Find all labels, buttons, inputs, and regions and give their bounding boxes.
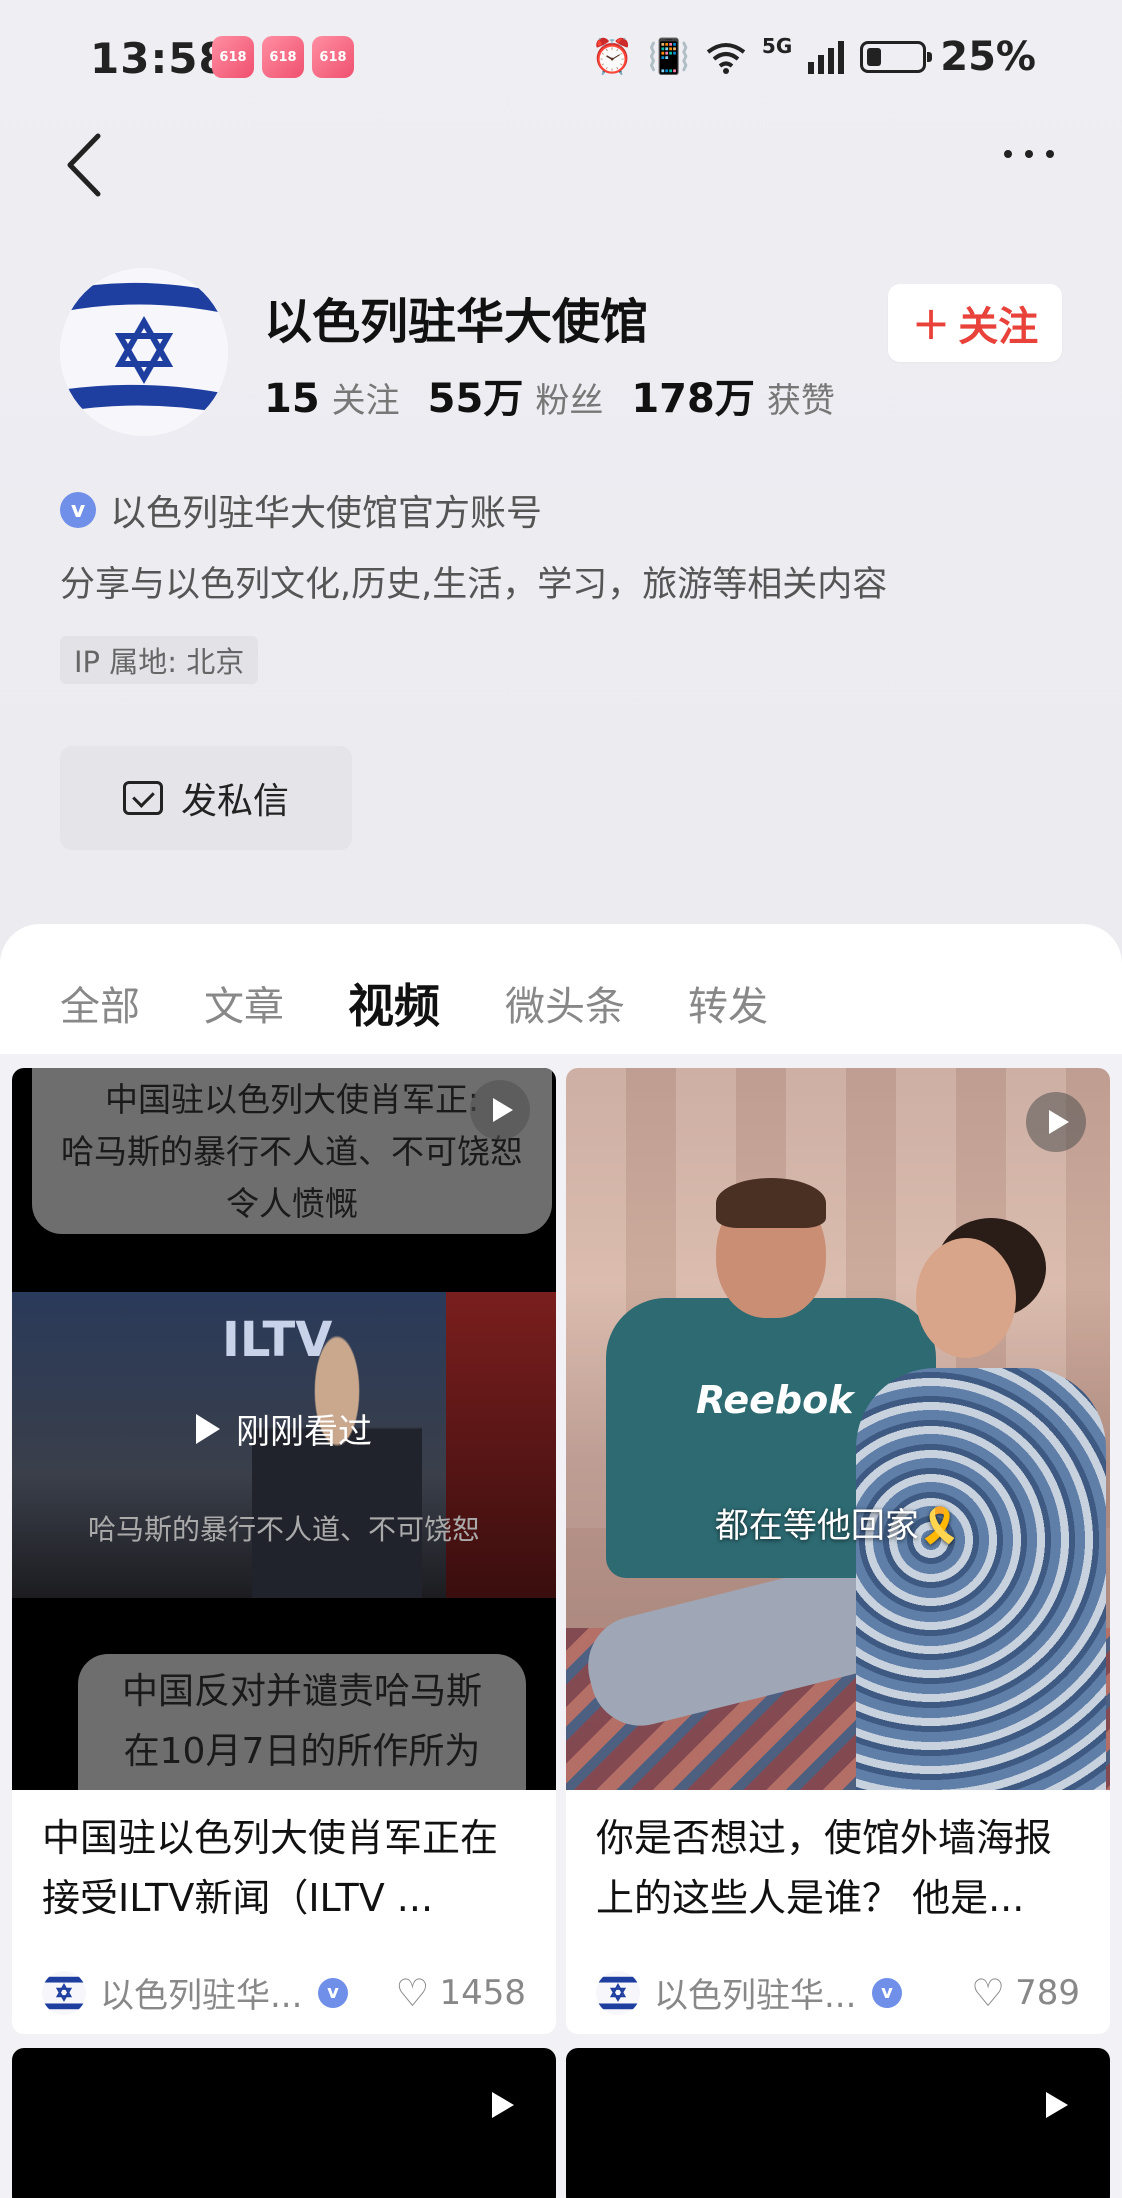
alarm-icon: ⏰ bbox=[591, 37, 634, 77]
profile-stats: 15 关注 55万 粉丝 178万 获赞 bbox=[264, 366, 863, 424]
verification-row: v 以色列驻华大使馆官方账号 bbox=[60, 484, 542, 536]
signal-icon bbox=[808, 41, 845, 74]
tab-micro-posts[interactable]: 微头条 bbox=[505, 974, 625, 1032]
tab-videos[interactable]: 视频 bbox=[348, 970, 440, 1036]
ip-location-tag: IP 属地: 北京 bbox=[60, 636, 259, 684]
recently-watched-overlay: 刚刚看过 bbox=[12, 1404, 556, 1453]
author-avatar bbox=[596, 1970, 640, 2015]
content-tabs: 全部 文章 视频 微头条 转发 bbox=[0, 924, 1122, 1054]
send-message-label: 发私信 bbox=[180, 781, 289, 822]
video-meta: 以色列驻华... v ♡ 789 bbox=[596, 1968, 1080, 2017]
network-type: 5G bbox=[761, 34, 793, 58]
follow-button[interactable]: + 关注 bbox=[888, 284, 1062, 362]
follow-label: 关注 bbox=[958, 304, 1039, 350]
app-618-icon: 618 bbox=[312, 36, 354, 78]
video-card[interactable]: Reebok 都在等他回家🎗️ 你是否想过，使馆外墙海报上的这些人是谁？ 他是.… bbox=[566, 1068, 1110, 2034]
more-dots-icon[interactable] bbox=[1004, 150, 1054, 158]
thumbnail-overlay-text: 都在等他回家🎗️ bbox=[714, 1506, 962, 1546]
video-title[interactable]: 你是否想过，使馆外墙海报上的这些人是谁？ 他是... bbox=[596, 1808, 1086, 1928]
likes-label: 获赞 bbox=[766, 381, 835, 421]
like-count: 789 bbox=[1015, 1972, 1080, 2013]
vibrate-icon: 📳 bbox=[647, 37, 690, 77]
video-thumbnail[interactable]: Reebok 都在等他回家🎗️ bbox=[566, 1068, 1110, 1790]
likes-count: 178万 bbox=[631, 376, 755, 422]
profile-bio: 分享与以色列文化,历史,生活，学习，旅游等相关内容 bbox=[60, 565, 888, 605]
plus-icon: + bbox=[911, 296, 951, 350]
verified-icon: v bbox=[872, 1977, 902, 2008]
notification-badges: 618 618 618 bbox=[212, 36, 354, 78]
video-meta: 以色列驻华... v ♡ 1458 bbox=[42, 1968, 526, 2017]
mail-icon bbox=[122, 781, 163, 815]
app-618-icon: 618 bbox=[212, 36, 254, 78]
verified-icon: v bbox=[318, 1977, 348, 2008]
heart-icon: ♡ bbox=[395, 1970, 430, 2015]
verified-text: 以色列驻华大使馆官方账号 bbox=[110, 493, 543, 534]
play-icon[interactable] bbox=[470, 1080, 530, 1140]
play-icon[interactable] bbox=[492, 2092, 514, 2118]
following-count[interactable]: 15 bbox=[264, 376, 320, 422]
profile-name: 以色列驻华大使馆 bbox=[264, 294, 649, 350]
followers-count[interactable]: 55万 bbox=[428, 366, 524, 424]
back-arrow-icon[interactable] bbox=[62, 130, 108, 200]
battery-level: 25% bbox=[940, 34, 1036, 80]
battery-icon bbox=[860, 41, 933, 73]
tab-reposts[interactable]: 转发 bbox=[688, 974, 768, 1032]
following-label[interactable]: 关注 bbox=[332, 373, 400, 422]
send-message-button[interactable]: 发私信 bbox=[60, 746, 352, 850]
content-panel: 全部 文章 视频 微头条 转发 中国驻以色列大使肖军正: 哈马斯的暴行不人道、不… bbox=[0, 924, 1122, 2198]
video-card[interactable] bbox=[12, 2048, 556, 2198]
video-card[interactable]: 中国驻以色列大使肖军正: 哈马斯的暴行不人道、不可饶恕 令人愤慨 ILTV 刚刚… bbox=[12, 1068, 556, 2034]
followers-label[interactable]: 粉丝 bbox=[535, 373, 603, 422]
play-icon[interactable] bbox=[1026, 1092, 1086, 1152]
heart-icon: ♡ bbox=[971, 1970, 1006, 2015]
play-icon bbox=[196, 1413, 220, 1444]
thumbnail-subtitle: 哈马斯的暴行不人道、不可饶恕 bbox=[87, 1513, 480, 1546]
status-bar: 13:58 618 618 618 ⏰ 📳 5G 25% bbox=[0, 0, 1122, 116]
like-button[interactable]: ♡ 789 bbox=[971, 1973, 1080, 2013]
video-card[interactable] bbox=[566, 2048, 1110, 2198]
profile-avatar[interactable] bbox=[60, 268, 228, 436]
play-icon[interactable] bbox=[1046, 2092, 1068, 2118]
tab-articles[interactable]: 文章 bbox=[204, 974, 284, 1032]
verified-icon: v bbox=[60, 492, 96, 528]
status-icons: ⏰ 📳 5G 25% bbox=[591, 34, 1036, 80]
thumbnail-caption-bottom: 中国反对并谴责哈马斯 在10月7日的所作所为 bbox=[78, 1654, 526, 1790]
like-count: 1458 bbox=[439, 1972, 526, 2013]
author-name: 以色列驻华... bbox=[100, 1976, 303, 2016]
status-time: 13:58 bbox=[90, 34, 229, 83]
video-title[interactable]: 中国驻以色列大使肖军正在接受ILTV新闻（ILTV ... bbox=[42, 1808, 532, 1928]
israel-flag-icon bbox=[60, 268, 228, 436]
video-thumbnail[interactable]: 中国驻以色列大使肖军正: 哈马斯的暴行不人道、不可饶恕 令人愤慨 ILTV 刚刚… bbox=[12, 1068, 556, 1790]
wifi-icon bbox=[706, 43, 746, 74]
like-button[interactable]: ♡ 1458 bbox=[395, 1973, 526, 2013]
tab-all[interactable]: 全部 bbox=[60, 974, 140, 1032]
app-618-icon: 618 bbox=[262, 36, 304, 78]
author-avatar bbox=[42, 1970, 86, 2015]
shirt-brand-text: Reebok bbox=[696, 1378, 854, 1422]
author-name: 以色列驻华... bbox=[654, 1976, 857, 2016]
